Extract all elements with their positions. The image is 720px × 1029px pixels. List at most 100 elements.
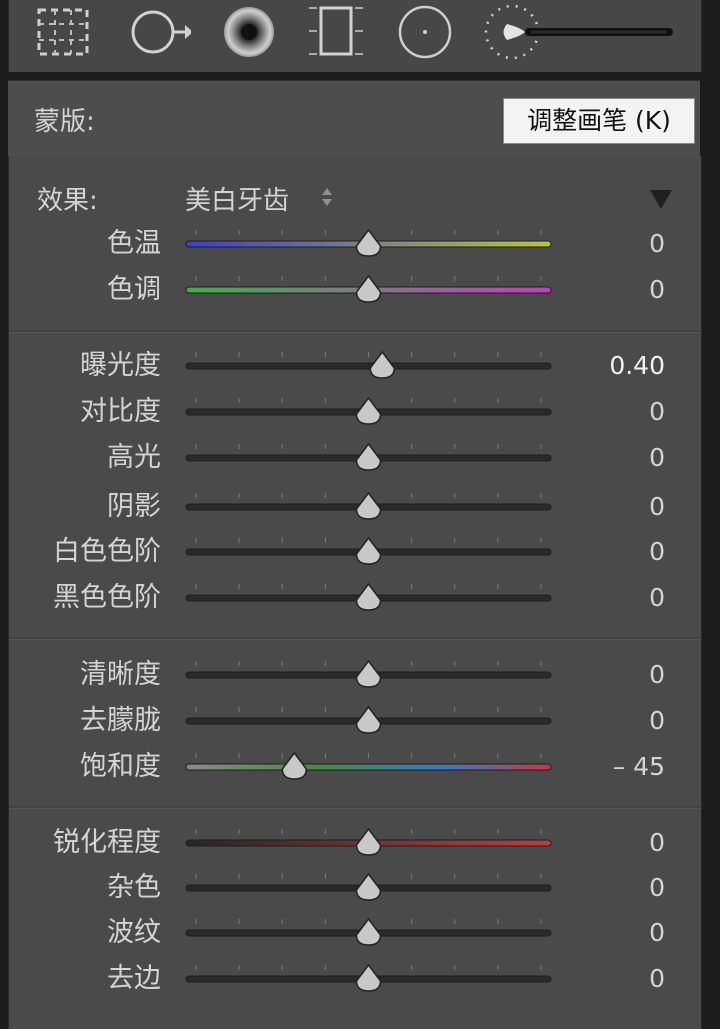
slider-thumb[interactable] xyxy=(355,274,382,303)
slider-thumb[interactable] xyxy=(355,917,382,946)
slider-graphic[interactable] xyxy=(185,224,552,264)
slider-row: 饱和度 – 45 xyxy=(9,747,701,787)
slider-thumb[interactable] xyxy=(355,582,382,611)
slider-thumb[interactable] xyxy=(355,659,382,688)
adjustment-brush-icon[interactable] xyxy=(479,2,679,62)
slider-label: 锐化程度 xyxy=(53,827,161,858)
slider-row: 色温 0 xyxy=(9,224,701,264)
slider-track[interactable] xyxy=(185,270,552,310)
slider-track[interactable] xyxy=(185,959,552,999)
slider-bar[interactable] xyxy=(185,763,552,771)
slider-label: 去朦胧 xyxy=(80,705,161,736)
slider-value[interactable]: 0.40 xyxy=(609,346,665,386)
slider-thumb[interactable] xyxy=(369,350,396,379)
slider-row: 杂色 0 xyxy=(9,868,701,908)
slider-value[interactable]: 0 xyxy=(649,487,665,527)
slider-track[interactable] xyxy=(185,487,552,527)
radial-filter-icon[interactable] xyxy=(393,2,457,62)
slider-bar[interactable] xyxy=(185,362,552,370)
slider-graphic[interactable] xyxy=(185,532,552,572)
slider-value[interactable]: – 45 xyxy=(613,747,665,787)
slider-value[interactable]: 0 xyxy=(649,392,665,432)
tool-strip xyxy=(8,0,702,72)
slider-value[interactable]: 0 xyxy=(649,224,665,264)
slider-row: 锐化程度 0 xyxy=(9,823,701,863)
slider-value[interactable]: 0 xyxy=(649,270,665,310)
slider-label: 色温 xyxy=(107,228,161,259)
slider-label: 对比度 xyxy=(80,396,161,427)
slider-row: 黑色色阶 0 xyxy=(9,578,701,618)
slider-thumb[interactable] xyxy=(355,228,382,257)
effect-label: 效果: xyxy=(37,186,98,216)
slider-label: 曝光度 xyxy=(80,350,161,381)
slider-track[interactable] xyxy=(185,438,552,478)
slider-value[interactable]: 0 xyxy=(649,868,665,908)
crop-overlay-icon[interactable] xyxy=(31,2,95,62)
slider-value[interactable]: 0 xyxy=(649,438,665,478)
slider-track[interactable] xyxy=(185,868,552,908)
red-eye-icon[interactable] xyxy=(217,2,281,62)
up-down-arrows-icon[interactable] xyxy=(321,186,333,208)
mask-label: 蒙版: xyxy=(34,107,95,137)
slider-label: 波纹 xyxy=(107,917,161,948)
slider-track[interactable] xyxy=(185,532,552,572)
slider-graphic[interactable] xyxy=(185,701,552,741)
slider-track[interactable] xyxy=(185,224,552,264)
slider-thumb[interactable] xyxy=(355,872,382,901)
slider-thumb[interactable] xyxy=(355,396,382,425)
slider-row: 波纹 0 xyxy=(9,913,701,953)
slider-row: 对比度 0 xyxy=(9,392,701,432)
slider-thumb[interactable] xyxy=(355,442,382,471)
slider-graphic[interactable] xyxy=(185,270,552,310)
slider-thumb[interactable] xyxy=(281,751,308,780)
section-divider xyxy=(9,806,701,809)
slider-row: 去朦胧 0 xyxy=(9,701,701,741)
slider-graphic[interactable] xyxy=(185,913,552,953)
slider-graphic[interactable] xyxy=(185,747,552,787)
slider-row: 高光 0 xyxy=(9,438,701,478)
slider-row: 色调 0 xyxy=(9,270,701,310)
slider-track[interactable] xyxy=(185,747,552,787)
slider-track[interactable] xyxy=(185,346,552,386)
slider-value[interactable]: 0 xyxy=(649,655,665,695)
slider-value[interactable]: 0 xyxy=(649,959,665,999)
slider-label: 清晰度 xyxy=(80,659,161,690)
slider-graphic[interactable] xyxy=(185,959,552,999)
collapse-triangle-icon[interactable] xyxy=(649,188,673,210)
slider-graphic[interactable] xyxy=(185,655,552,695)
slider-graphic[interactable] xyxy=(185,438,552,478)
slider-thumb[interactable] xyxy=(355,827,382,856)
slider-track[interactable] xyxy=(185,701,552,741)
slider-row: 阴影 0 xyxy=(9,487,701,527)
slider-track[interactable] xyxy=(185,578,552,618)
slider-value[interactable]: 0 xyxy=(649,578,665,618)
slider-thumb[interactable] xyxy=(355,536,382,565)
adjustment-panel: 效果: 美白牙齿 色温 0 色调 0 曝光度 0.40 对比度 0 高光 0 阴影 0 白色色阶 0 黑色色… xyxy=(8,156,702,1029)
slider-label: 白色色阶 xyxy=(53,536,161,567)
slider-row: 去边 0 xyxy=(9,959,701,999)
slider-value[interactable]: 0 xyxy=(649,913,665,953)
graduated-filter-icon[interactable] xyxy=(305,2,369,62)
spot-removal-icon[interactable] xyxy=(127,2,191,62)
slider-graphic[interactable] xyxy=(185,487,552,527)
slider-thumb[interactable] xyxy=(355,491,382,520)
effect-preset-select[interactable]: 美白牙齿 xyxy=(185,180,289,217)
slider-row: 清晰度 0 xyxy=(9,655,701,695)
slider-thumb[interactable] xyxy=(355,705,382,734)
slider-value[interactable]: 0 xyxy=(649,823,665,863)
tooltip: 调整画笔 (K) xyxy=(503,98,695,144)
slider-value[interactable]: 0 xyxy=(649,701,665,741)
slider-track[interactable] xyxy=(185,823,552,863)
slider-thumb[interactable] xyxy=(355,963,382,992)
slider-track[interactable] xyxy=(185,913,552,953)
slider-graphic[interactable] xyxy=(185,868,552,908)
slider-graphic[interactable] xyxy=(185,578,552,618)
slider-value[interactable]: 0 xyxy=(649,532,665,572)
slider-track[interactable] xyxy=(185,655,552,695)
section-divider xyxy=(9,330,701,333)
slider-graphic[interactable] xyxy=(185,346,552,386)
slider-graphic[interactable] xyxy=(185,392,552,432)
slider-graphic[interactable] xyxy=(185,823,552,863)
slider-track[interactable] xyxy=(185,392,552,432)
slider-label: 去边 xyxy=(107,963,161,994)
